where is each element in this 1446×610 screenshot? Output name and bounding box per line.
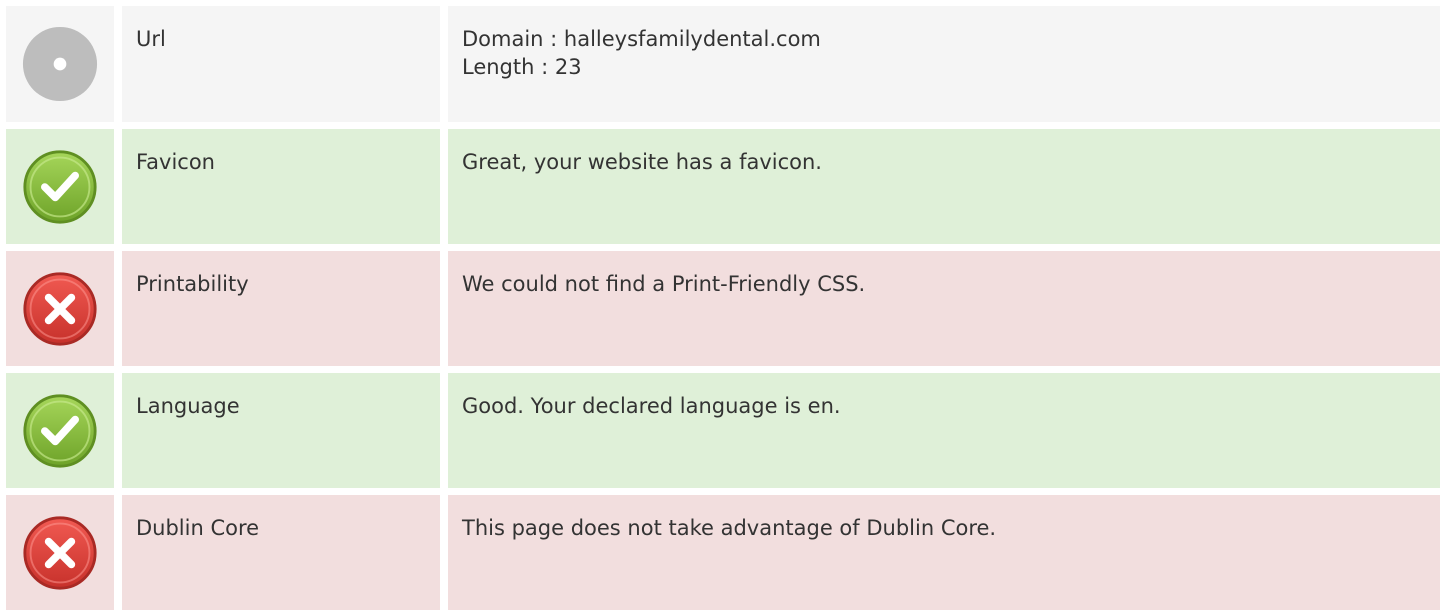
row-label-cell: Printability <box>122 251 440 366</box>
row-value: Good. Your declared language is en. <box>462 394 841 418</box>
row-label-cell: Dublin Core <box>122 495 440 610</box>
row-value: Great, your website has a favicon. <box>462 150 822 174</box>
row-value-cell: We could not find a Print-Friendly CSS. <box>448 251 1440 366</box>
row-label: Language <box>136 394 240 418</box>
status-cell <box>6 129 114 244</box>
row-label: Favicon <box>136 150 215 174</box>
check-icon <box>22 149 98 225</box>
status-cell <box>6 6 114 122</box>
row-label: Url <box>136 27 166 51</box>
row-value-cell: This page does not take advantage of Dub… <box>448 495 1440 610</box>
row-value-cell: Domain : halleysfamilydental.com Length … <box>448 6 1440 122</box>
info-dot-icon <box>21 25 99 103</box>
row-label-cell: Url <box>122 6 440 122</box>
language-row: Language Good. Your declared language is… <box>6 373 1440 488</box>
status-cell <box>6 373 114 488</box>
favicon-row: Favicon Great, your website has a favico… <box>6 129 1440 244</box>
status-cell <box>6 495 114 610</box>
url-row: Url Domain : halleysfamilydental.com Len… <box>6 6 1440 122</box>
url-length: Length : 23 <box>462 55 582 79</box>
dublin-core-row: Dublin Core This page does not take adva… <box>6 495 1440 610</box>
status-cell <box>6 251 114 366</box>
row-value: We could not find a Print-Friendly CSS. <box>462 272 866 296</box>
seo-results-table: Url Domain : halleysfamilydental.com Len… <box>0 0 1446 610</box>
x-icon <box>22 271 98 347</box>
row-value-cell: Good. Your declared language is en. <box>448 373 1440 488</box>
printability-row: Printability We could not find a Print-F… <box>6 251 1440 366</box>
x-icon <box>22 515 98 591</box>
row-label-cell: Language <box>122 373 440 488</box>
row-value-cell: Great, your website has a favicon. <box>448 129 1440 244</box>
check-icon <box>22 393 98 469</box>
row-label: Dublin Core <box>136 516 260 540</box>
row-value: This page does not take advantage of Dub… <box>462 516 997 540</box>
row-label: Printability <box>136 272 249 296</box>
url-domain: Domain : halleysfamilydental.com <box>462 27 821 51</box>
row-label-cell: Favicon <box>122 129 440 244</box>
